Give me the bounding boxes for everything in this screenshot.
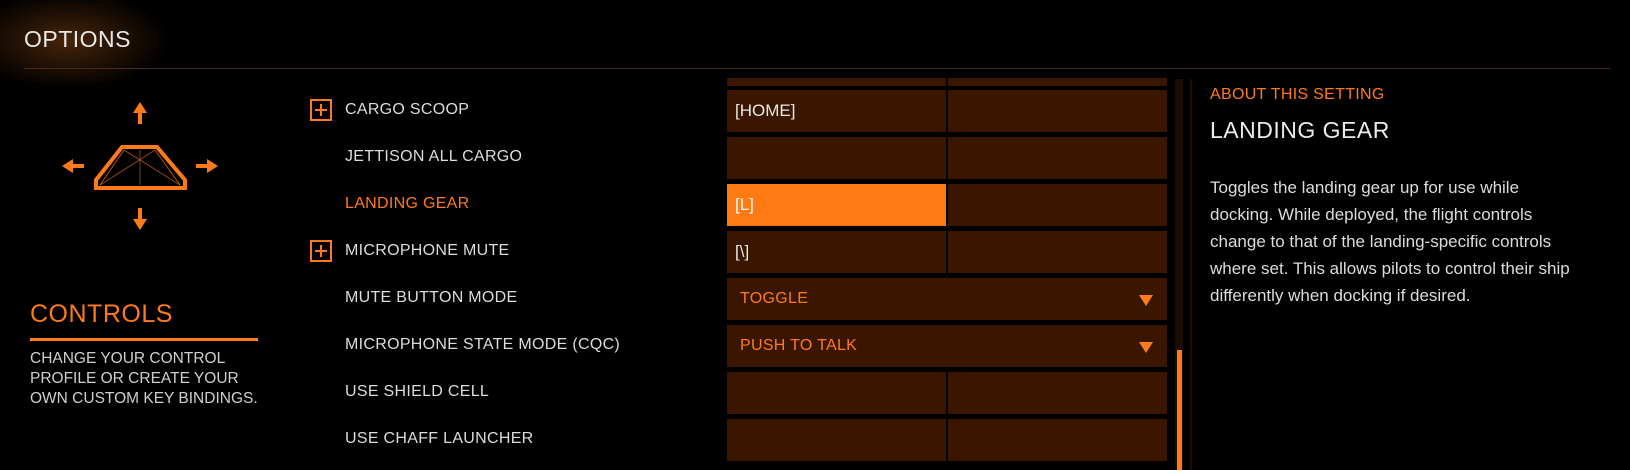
panel-divider	[1190, 79, 1192, 470]
binding-label: CARGO SCOOP	[345, 101, 470, 118]
secondary-key-cell[interactable]	[948, 231, 1167, 273]
secondary-key-cell[interactable]	[948, 184, 1167, 226]
binding-row-use-shield-cell[interactable]: USE SHIELD CELL	[300, 370, 1170, 414]
controls-description: CHANGE YOUR CONTROL PROFILE OR CREATE YO…	[30, 350, 258, 407]
primary-key-cell[interactable]	[727, 137, 946, 179]
binding-row-microphone-mute[interactable]: MICROPHONE MUTE [\]	[300, 229, 1170, 273]
plus-box-icon[interactable]	[310, 99, 332, 121]
arrow-left-icon	[62, 159, 84, 173]
secondary-key-cell[interactable]	[948, 419, 1167, 461]
microphone-state-select[interactable]: PUSH TO TALK	[727, 325, 1167, 367]
primary-key-cell[interactable]: [L]	[727, 184, 946, 226]
about-description: Toggles the landing gear up for use whil…	[1210, 178, 1570, 305]
triangle-down-icon	[1139, 295, 1153, 306]
binding-row-mute-button-mode[interactable]: MUTE BUTTON MODE TOGGLE	[300, 276, 1170, 320]
scrollbar-thumb[interactable]	[1177, 350, 1182, 470]
binding-label: JETTISON ALL CARGO	[345, 148, 523, 165]
partial-row-primary	[727, 78, 946, 86]
title-divider	[24, 68, 1610, 69]
controls-heading: CONTROLS	[30, 300, 173, 328]
secondary-key-cell[interactable]	[948, 90, 1167, 132]
primary-key-cell[interactable]: [\]	[727, 231, 946, 273]
controls-underline	[30, 338, 258, 341]
arrow-down-icon	[133, 208, 147, 230]
arrow-right-icon	[196, 159, 218, 173]
partial-row-secondary	[948, 78, 1167, 86]
secondary-key-cell[interactable]	[948, 372, 1167, 414]
binding-row-landing-gear[interactable]: LANDING GEAR [L]	[300, 182, 1170, 226]
binding-label: USE SHIELD CELL	[345, 383, 490, 400]
primary-key-cell[interactable]	[727, 419, 946, 461]
primary-key-cell[interactable]: [HOME]	[727, 90, 946, 132]
mute-mode-select[interactable]: TOGGLE	[727, 278, 1167, 320]
binding-row-jettison-all-cargo[interactable]: JETTISON ALL CARGO	[300, 135, 1170, 179]
binding-row-cargo-scoop[interactable]: CARGO SCOOP [HOME]	[300, 88, 1170, 132]
page-title: OPTIONS	[24, 26, 132, 52]
binding-row-use-chaff-launcher[interactable]: USE CHAFF LAUNCHER	[300, 417, 1170, 461]
triangle-down-icon	[1139, 342, 1153, 353]
binding-label: USE CHAFF LAUNCHER	[345, 430, 534, 447]
binding-label: MICROPHONE MUTE	[345, 242, 510, 259]
binding-row-microphone-state-mode[interactable]: MICROPHONE STATE MODE (CQC) PUSH TO TALK	[300, 323, 1170, 367]
plus-box-icon[interactable]	[310, 240, 332, 262]
arrow-up-icon	[133, 102, 147, 124]
select-value: TOGGLE	[740, 290, 809, 307]
binding-label: LANDING GEAR	[345, 195, 470, 212]
about-title: LANDING GEAR	[1210, 117, 1390, 143]
ship-landing-icon	[62, 102, 218, 230]
secondary-key-cell[interactable]	[948, 137, 1167, 179]
binding-label: MICROPHONE STATE MODE (CQC)	[345, 336, 621, 353]
select-value: PUSH TO TALK	[740, 337, 858, 354]
binding-label: MUTE BUTTON MODE	[345, 289, 518, 306]
primary-key-cell[interactable]	[727, 372, 946, 414]
about-label: ABOUT THIS SETTING	[1210, 86, 1385, 103]
